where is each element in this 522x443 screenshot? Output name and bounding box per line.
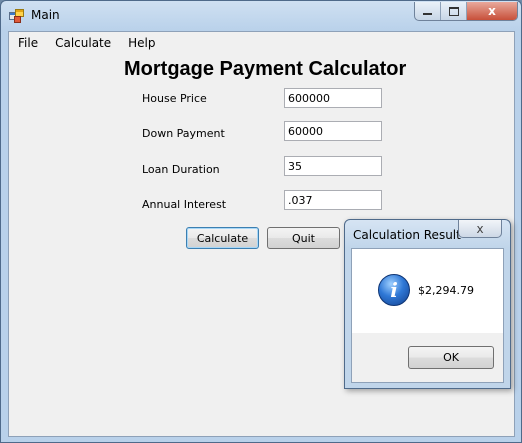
calculate-button[interactable]: Calculate [186,227,259,249]
menu-bar: File Calculate Help [9,32,165,54]
app-window-icon [9,9,24,23]
dialog-message: $2,294.79 [418,284,474,297]
loan-duration-label: Loan Duration [142,163,220,176]
minimize-icon [423,13,432,15]
down-payment-input[interactable] [284,121,382,141]
house-price-input[interactable] [284,88,382,108]
maximize-button[interactable] [441,2,467,20]
close-icon: x [476,221,484,236]
close-icon: x [488,4,496,18]
annual-interest-input[interactable] [284,190,382,210]
close-button[interactable]: x [467,2,517,20]
loan-duration-input[interactable] [284,156,382,176]
page-title: Mortgage Payment Calculator [124,58,407,80]
dialog-message-area: i $2,294.79 [352,249,503,333]
menu-file[interactable]: File [9,32,47,54]
quit-button[interactable]: Quit [267,227,340,249]
ok-button[interactable]: OK [408,346,494,369]
menu-help[interactable]: Help [120,32,164,54]
dialog-title: Calculation Result [353,228,461,242]
dialog-footer: OK [352,333,503,382]
menu-calculate[interactable]: Calculate [47,32,120,54]
window-title: Main [31,8,60,22]
down-payment-label: Down Payment [142,127,225,140]
maximize-icon [448,6,459,16]
minimize-button[interactable] [415,2,441,20]
info-icon: i [378,274,410,306]
house-price-label: House Price [142,92,207,105]
dialog-body: i $2,294.79 OK [351,248,504,383]
info-icon-glyph: i [390,278,398,302]
annual-interest-label: Annual Interest [142,198,227,211]
calculation-result-dialog: Calculation Result x i $2,294.79 OK [344,219,511,389]
dialog-close-button[interactable]: x [458,220,502,238]
window-controls: x [414,2,518,21]
